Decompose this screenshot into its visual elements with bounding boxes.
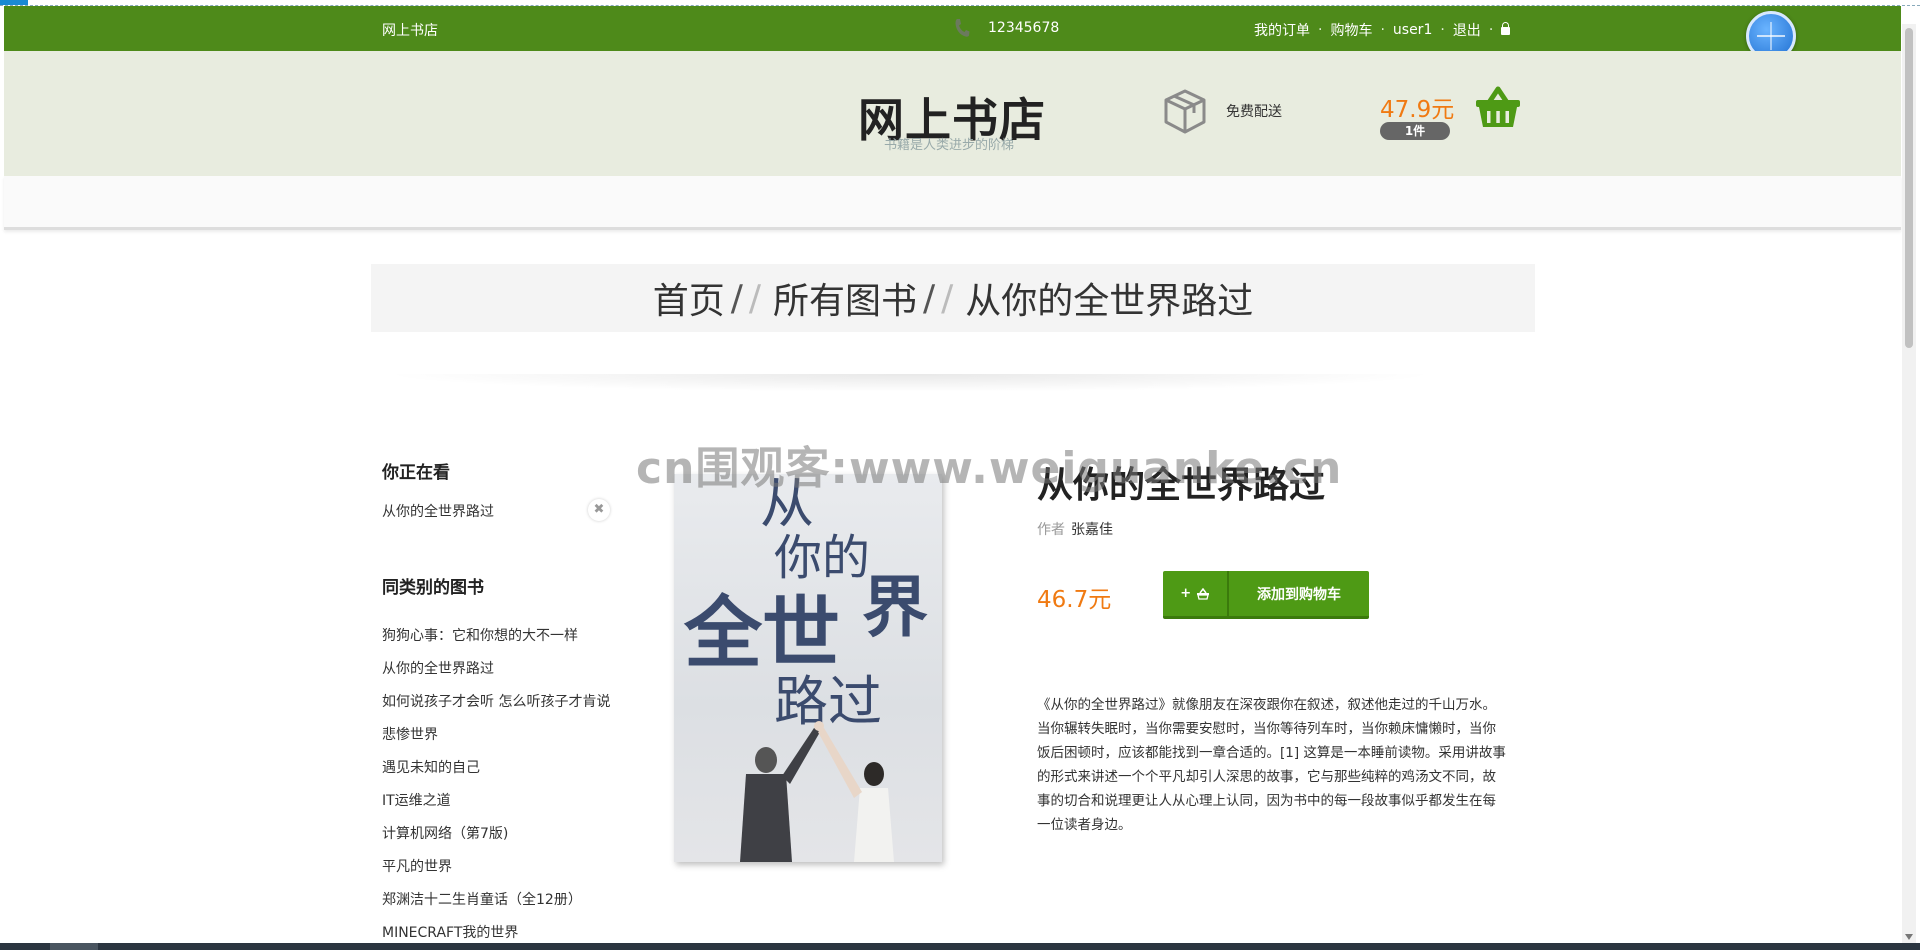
add-to-cart-button[interactable]: + 添加到购物车 bbox=[1163, 571, 1369, 619]
separator: · bbox=[1440, 22, 1445, 38]
breadcrumb-separator: / bbox=[730, 277, 743, 319]
author-label: 作者 bbox=[1037, 522, 1065, 538]
related-book-link[interactable]: 从你的全世界路过 bbox=[382, 658, 494, 678]
viewing-heading: 你正在看 bbox=[382, 463, 450, 483]
divider-shadow bbox=[380, 374, 1440, 392]
related-book-link[interactable]: IT运维之道 bbox=[382, 790, 451, 810]
cover-char-jie: 界 bbox=[862, 568, 928, 646]
add-to-cart-icon: + bbox=[1163, 571, 1229, 616]
taskbar bbox=[0, 943, 1920, 950]
related-book-link[interactable]: 平凡的世界 bbox=[382, 856, 452, 876]
site-header: 网上书店 书籍是人类进步的阶梯 免费配送 47.9元 1件 bbox=[4, 51, 1901, 176]
nav-bar bbox=[4, 176, 1901, 230]
user-links: 我的订单 · 购物车 · user1 · 退出 · bbox=[1254, 20, 1511, 40]
cover-char-world: 全世 bbox=[683, 588, 840, 679]
phone-contact: 12345678 bbox=[954, 18, 1059, 38]
phone-icon bbox=[955, 19, 970, 37]
box-icon bbox=[1164, 89, 1206, 134]
plus-sign: + bbox=[1180, 586, 1192, 601]
related-book-link[interactable]: 悲惨世界 bbox=[382, 724, 438, 744]
free-shipping-label: 免费配送 bbox=[1226, 104, 1282, 120]
breadcrumb-home[interactable]: 首页 bbox=[653, 272, 725, 324]
related-book-link[interactable]: 郑渊洁十二生肖童话（全12册） bbox=[382, 889, 582, 909]
breadcrumb: 首页 / / 所有图书 / / 从你的全世界路过 bbox=[371, 264, 1535, 332]
cart-count-badge[interactable]: 1件 bbox=[1380, 122, 1450, 140]
product-price: 46.7元 bbox=[1037, 587, 1112, 613]
related-book-link[interactable]: 如何说孩子才会听 怎么听孩子才肯说 bbox=[382, 691, 610, 711]
book-cover-art: 从 你的 全世 界 路过 bbox=[674, 474, 942, 862]
remove-viewing-button[interactable]: ✖ bbox=[588, 499, 610, 521]
top-brand-link[interactable]: 网上书店 bbox=[382, 20, 438, 40]
lock-icon bbox=[1501, 22, 1511, 35]
site-slogan: 书籍是人类进步的阶梯 bbox=[884, 138, 1015, 153]
watermark-text: cn围观客:www.weiguanke.cn bbox=[636, 443, 1343, 494]
related-book-link[interactable]: 计算机网络（第7版) bbox=[382, 823, 508, 843]
author-name: 张嘉佳 bbox=[1071, 522, 1113, 538]
breadcrumb-current: 从你的全世界路过 bbox=[965, 281, 1254, 322]
related-book-link[interactable]: 遇见未知的自己 bbox=[382, 757, 480, 777]
cart-total[interactable]: 47.9元 bbox=[1380, 90, 1454, 124]
scroll-down-arrow-icon[interactable] bbox=[1905, 934, 1913, 940]
viewing-item[interactable]: 从你的全世界路过 bbox=[382, 501, 494, 521]
user-link[interactable]: user1 bbox=[1393, 22, 1432, 38]
add-to-cart-label: 添加到购物车 bbox=[1257, 586, 1341, 603]
breadcrumb-separator: / bbox=[748, 277, 761, 319]
top-bar: 网上书店 12345678 我的订单 · 购物车 · user1 · 退出 · bbox=[4, 6, 1901, 51]
taskbar-item[interactable] bbox=[50, 943, 98, 950]
related-book-link[interactable]: MINECRAFT我的世界 bbox=[382, 922, 518, 942]
phone-number: 12345678 bbox=[988, 20, 1060, 36]
related-heading: 同类别的图书 bbox=[382, 578, 484, 598]
cart-link[interactable]: 购物车 bbox=[1330, 20, 1372, 40]
basket-icon[interactable] bbox=[1474, 85, 1522, 129]
basket-icon bbox=[1196, 587, 1209, 600]
book-cover-image: 从 你的 全世 界 路过 bbox=[674, 474, 942, 862]
separator: · bbox=[1488, 22, 1494, 38]
separator: · bbox=[1380, 22, 1385, 38]
page-scrollbar[interactable] bbox=[1902, 24, 1916, 944]
cover-char-pass: 路过 bbox=[774, 670, 882, 733]
breadcrumb-all-books[interactable]: 所有图书 bbox=[773, 272, 917, 324]
breadcrumb-separator: / bbox=[923, 277, 936, 319]
separator: · bbox=[1318, 22, 1323, 38]
product-description: 《从你的全世界路过》就像朋友在深夜跟你在叙述，叙述他走过的千山万水。当你辗转失眠… bbox=[1037, 697, 1506, 833]
breadcrumb-separator: / bbox=[941, 277, 954, 319]
product-author: 作者 张嘉佳 bbox=[1037, 519, 1113, 539]
my-orders-link[interactable]: 我的订单 bbox=[1254, 20, 1310, 40]
related-book-link[interactable]: 狗狗心事：它和你想的大不一样 bbox=[382, 625, 578, 645]
logout-link[interactable]: 退出 bbox=[1453, 20, 1481, 40]
scrollbar-thumb[interactable] bbox=[1905, 28, 1913, 348]
loading-progress bbox=[0, 0, 28, 5]
cover-char-your: 你的 bbox=[774, 530, 870, 586]
page: 网上书店 12345678 我的订单 · 购物车 · user1 · 退出 · … bbox=[0, 0, 1920, 950]
